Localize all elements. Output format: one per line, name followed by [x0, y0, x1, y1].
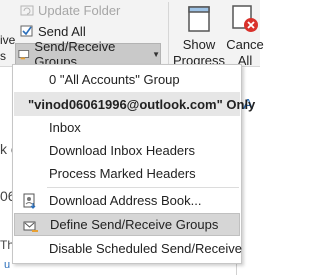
ribbon-separator — [168, 2, 169, 64]
menu-item-label: Download Address Book... — [49, 193, 202, 208]
progress-window-icon — [188, 6, 210, 32]
send-all-icon — [20, 25, 33, 37]
send-receive-groups-menu: 0 "All Accounts" Group "vinod06061996@ou… — [12, 64, 255, 264]
chevron-down-icon: ▼ — [152, 49, 160, 59]
menu-item-define-send-receive-groups[interactable]: Define Send/Receive Groups — [14, 213, 240, 236]
menu-item-inbox[interactable]: Inbox — [14, 116, 240, 139]
menu-item-label: 0 "All Accounts" Group — [49, 72, 180, 87]
ribbon-left-fragment-2: s — [0, 49, 6, 63]
menu-separator — [47, 187, 239, 188]
cancel-all-label-1: Cance — [226, 37, 264, 52]
menu-item-disable-scheduled[interactable]: Disable Scheduled Send/Receive — [14, 237, 242, 260]
cancel-all-button[interactable]: Cance All — [225, 0, 265, 68]
send-receive-groups-button[interactable]: Send/Receive Groups ▼ — [15, 39, 161, 69]
ribbon: Update Folder Send All Send/Receive Grou… — [0, 0, 264, 69]
menu-item-all-accounts-group[interactable]: 0 "All Accounts" Group — [14, 68, 240, 91]
update-folder-button[interactable]: Update Folder — [0, 0, 120, 20]
menu-item-label: Disable Scheduled Send/Receive — [49, 241, 242, 256]
menu-header-account: "vinod06061996@outlook.com" Only — [14, 92, 255, 116]
menu-item-process-marked-headers[interactable]: Process Marked Headers — [14, 162, 240, 185]
menu-item-download-address-book[interactable]: Download Address Book... — [14, 189, 240, 212]
update-folder-label: Update Folder — [38, 2, 121, 18]
cancel-x-icon — [232, 5, 258, 32]
menu-item-download-inbox-headers[interactable]: Download Inbox Headers — [14, 139, 240, 162]
ribbon-left-fragment: ive — [0, 33, 16, 47]
send-all-label: Send All — [38, 23, 86, 39]
menu-item-label: Inbox — [49, 120, 81, 135]
define-groups-icon — [23, 221, 38, 232]
show-progress-label-1: Show — [182, 37, 216, 52]
show-progress-button[interactable]: Show Progress — [173, 0, 225, 68]
background-text-fragment-5: u — [4, 259, 11, 271]
address-book-icon — [23, 193, 36, 209]
send-receive-groups-icon — [18, 50, 30, 60]
menu-header-label: "vinod06061996@outlook.com" Only — [28, 96, 256, 112]
update-folder-icon — [20, 5, 34, 16]
menu-item-label: Process Marked Headers — [49, 166, 196, 181]
menu-item-label: Download Inbox Headers — [49, 143, 195, 158]
menu-item-label: Define Send/Receive Groups — [50, 217, 219, 232]
